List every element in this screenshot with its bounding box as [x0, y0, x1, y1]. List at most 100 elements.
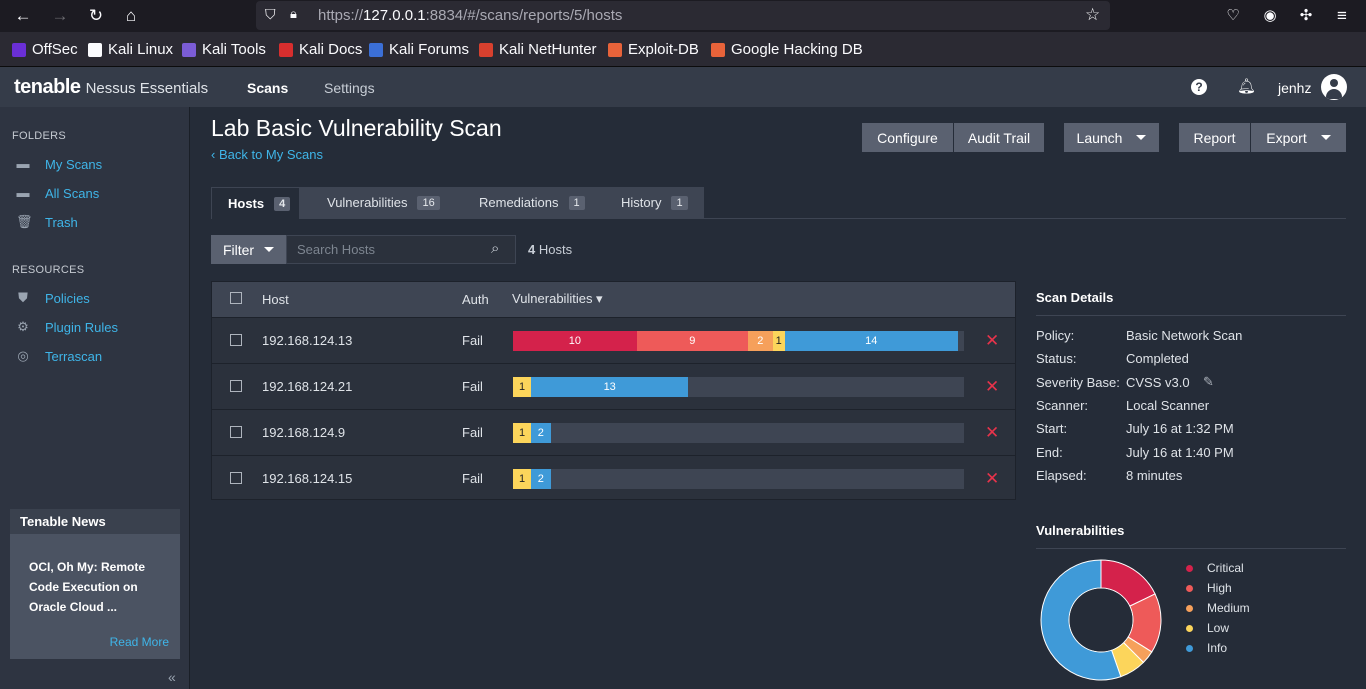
bookmark-favicon-icon: [711, 42, 725, 57]
legend-item-high[interactable]: High: [1186, 581, 1232, 595]
severity-bar[interactable]: 10 9 2 1 14: [513, 331, 964, 351]
detail-value: July 16 at 1:40 PM: [1126, 444, 1234, 460]
severity-segment-low[interactable]: 1: [513, 423, 531, 443]
bell-icon[interactable]: 🔔︎: [1237, 77, 1256, 95]
legend-item-medium[interactable]: Medium: [1186, 601, 1250, 615]
tab-vulnerabilities[interactable]: Vulnerabilities 16: [311, 187, 463, 218]
bookmark-item[interactable]: Kali Docs: [279, 41, 362, 58]
nav-scans[interactable]: Scans: [247, 80, 288, 96]
sidebar-item-my-scans[interactable]: ▬ My Scans: [16, 154, 103, 174]
delete-host-icon[interactable]: ✕: [985, 331, 999, 351]
filter-button[interactable]: Filter: [211, 235, 286, 264]
tenable-logo[interactable]: tenable Nessus Essentials: [14, 76, 208, 99]
detail-label: Severity Base:: [1036, 374, 1120, 390]
select-all-checkbox[interactable]: [230, 292, 242, 304]
back-arrow-icon[interactable]: ←: [12, 5, 34, 27]
detail-label: Policy:: [1036, 328, 1075, 343]
table-row[interactable]: 192.168.124.9 Fail 1 2 ✕: [212, 409, 1015, 455]
sidebar-item-trash[interactable]: 🗑︎ Trash: [16, 212, 78, 232]
extensions-icon[interactable]: ✣: [1295, 5, 1317, 27]
severity-bar[interactable]: 12: [513, 423, 964, 443]
severity-segment-info[interactable]: 14: [784, 331, 958, 351]
forward-arrow-icon[interactable]: →: [49, 5, 71, 27]
severity-segment-info[interactable]: 2: [531, 469, 551, 489]
news-headline[interactable]: OCI, Oh My: Remote Code Execution on Ora…: [29, 557, 169, 617]
delete-host-icon[interactable]: ✕: [985, 377, 999, 397]
sidebar-item-policies[interactable]: ⛊ Policies: [16, 288, 90, 308]
audit-trail-button[interactable]: Audit Trail: [954, 123, 1044, 152]
tab-remediations[interactable]: Remediations 1: [463, 187, 605, 218]
table-row[interactable]: 192.168.124.15 Fail 1 2 ✕: [212, 455, 1015, 501]
table-row[interactable]: 192.168.124.21 Fail 1 13 ✕: [212, 363, 1015, 409]
bookmark-item[interactable]: Google Hacking DB: [711, 41, 863, 58]
bookmark-item[interactable]: Kali Forums: [369, 41, 469, 58]
hosts-table: Host Auth Vulnerabilities ▾ 192.168.124.…: [211, 281, 1016, 500]
sidebar-item-plugin-rules[interactable]: ⚙ Plugin Rules: [16, 317, 118, 337]
export-button[interactable]: Export: [1251, 123, 1346, 152]
launch-button[interactable]: Launch: [1064, 123, 1159, 152]
url-text[interactable]: https://127.0.0.1:8834/#/scans/reports/5…: [318, 7, 622, 24]
address-bar[interactable]: ⛉ 🔒︎ https://127.0.0.1:8834/#/scans/repo…: [256, 1, 1110, 30]
severity-bar[interactable]: 1 13: [513, 377, 964, 397]
auth-status: Fail: [462, 425, 483, 440]
tab-history[interactable]: History 1: [605, 187, 704, 218]
bookmark-item[interactable]: OffSec: [12, 41, 78, 58]
host-ip[interactable]: 192.168.124.15: [262, 471, 352, 486]
row-checkbox[interactable]: [230, 426, 242, 438]
bookmark-item[interactable]: Exploit-DB: [608, 41, 699, 58]
search-hosts-input[interactable]: Search Hosts ⌕: [286, 235, 516, 264]
severity-segment-high[interactable]: 9: [636, 331, 748, 351]
read-more-link[interactable]: Read More: [110, 635, 169, 649]
donut-hole: [1069, 588, 1133, 652]
host-ip[interactable]: 192.168.124.9: [262, 425, 345, 440]
search-icon[interactable]: ⌕: [491, 240, 499, 257]
help-icon[interactable]: ?: [1191, 79, 1207, 95]
detail-label: Elapsed:: [1036, 467, 1087, 483]
username[interactable]: jenhz: [1278, 80, 1311, 96]
bookmarks-bar: OffSec Kali Linux Kali Tools Kali Docs Kali …: [0, 32, 1366, 67]
delete-host-icon[interactable]: ✕: [985, 469, 999, 489]
auth-status: Fail: [462, 379, 483, 394]
bookmark-item[interactable]: Kali Tools: [182, 41, 266, 58]
sidebar-item-terrascan[interactable]: ◎ Terrascan: [16, 346, 102, 366]
reload-icon[interactable]: ↻: [85, 5, 107, 27]
legend-item-low[interactable]: Low: [1186, 621, 1229, 635]
account-icon[interactable]: ◉: [1259, 5, 1281, 27]
severity-bar[interactable]: 12: [513, 469, 964, 489]
host-ip[interactable]: 192.168.124.13: [262, 333, 352, 348]
nav-settings[interactable]: Settings: [324, 80, 375, 96]
severity-segment-info[interactable]: 13: [531, 377, 689, 397]
severity-segment-critical[interactable]: 10: [513, 331, 637, 351]
bookmark-item[interactable]: Kali NetHunter: [479, 41, 597, 58]
pocket-icon[interactable]: ♡: [1222, 5, 1244, 27]
avatar[interactable]: [1321, 74, 1347, 100]
severity-segment-info[interactable]: 2: [531, 423, 551, 443]
severity-segment-low[interactable]: 1: [513, 377, 531, 397]
configure-button[interactable]: Configure: [862, 123, 953, 152]
table-row[interactable]: 192.168.124.13 Fail 10 9 2 1 14 ✕: [212, 317, 1015, 363]
home-icon[interactable]: ⌂: [120, 5, 142, 27]
sidebar-item-all-scans[interactable]: ▬ All Scans: [16, 183, 100, 203]
tab-hosts[interactable]: Hosts 4: [211, 187, 300, 219]
back-link[interactable]: ‹ Back to My Scans: [211, 147, 323, 162]
col-auth[interactable]: Auth: [462, 292, 489, 307]
edit-pencil-icon[interactable]: ✎: [1203, 374, 1214, 390]
delete-host-icon[interactable]: ✕: [985, 423, 999, 443]
severity-segment-low[interactable]: 1: [513, 469, 531, 489]
severity-segment-medium[interactable]: 2: [747, 331, 773, 351]
legend-item-critical[interactable]: Critical: [1186, 561, 1244, 575]
row-checkbox[interactable]: [230, 380, 242, 392]
collapse-sidebar-icon[interactable]: «: [168, 669, 176, 685]
bookmark-favicon-icon: [369, 42, 383, 57]
host-ip[interactable]: 192.168.124.21: [262, 379, 352, 394]
row-checkbox[interactable]: [230, 334, 242, 346]
row-checkbox[interactable]: [230, 472, 242, 484]
menu-icon[interactable]: ≡: [1331, 5, 1353, 27]
report-button[interactable]: Report: [1179, 123, 1250, 152]
col-host[interactable]: Host: [262, 292, 289, 307]
bookmark-item[interactable]: Kali Linux: [88, 41, 173, 58]
bookmark-star-icon[interactable]: ☆: [1085, 5, 1100, 25]
col-vulnerabilities[interactable]: Vulnerabilities ▾: [512, 291, 603, 307]
legend-item-info[interactable]: Info: [1186, 641, 1227, 655]
severity-segment-low[interactable]: 1: [772, 331, 785, 351]
